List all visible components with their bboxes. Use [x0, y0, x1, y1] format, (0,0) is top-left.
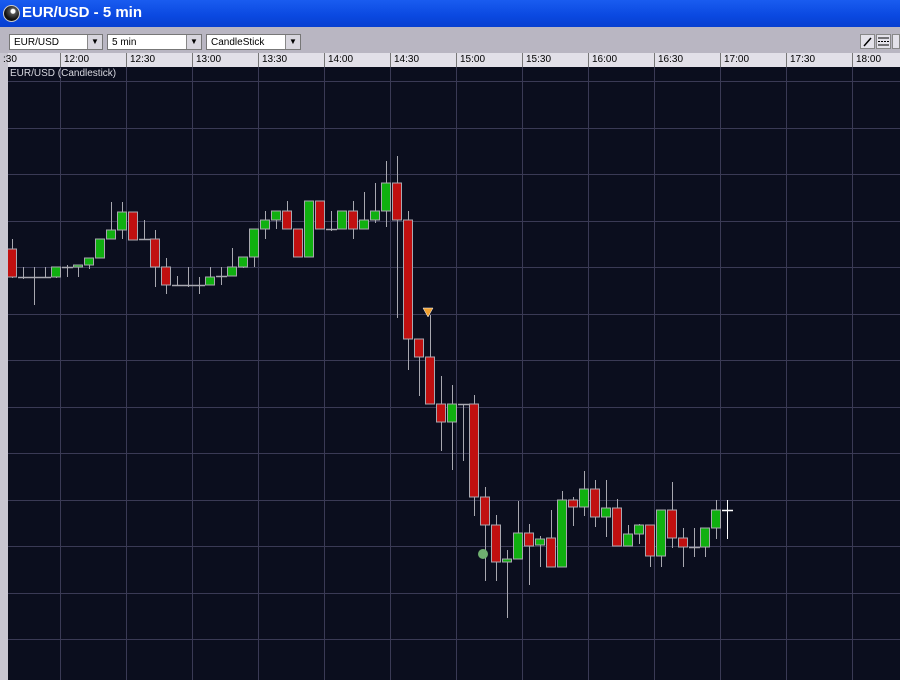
time-tick-label: 14:30 [390, 53, 419, 67]
candle-up [205, 276, 215, 286]
candle-down [568, 499, 578, 508]
candle-down [282, 210, 292, 230]
time-tick-label: :30 [3, 54, 17, 65]
candle-down [128, 211, 138, 241]
candle-up [601, 507, 611, 518]
candle-up [656, 509, 666, 557]
candle-up [579, 488, 589, 508]
candle-up [73, 264, 83, 268]
candle-down [645, 524, 655, 557]
candle-down [469, 403, 479, 498]
candle-down [348, 210, 358, 230]
left-scroll-strip [0, 53, 8, 680]
candle-up [634, 524, 644, 535]
time-tick-label: 13:30 [258, 53, 287, 67]
candle-down [425, 356, 435, 405]
candle-up [700, 527, 710, 548]
candle-up [623, 533, 633, 547]
candle-up [304, 200, 314, 258]
candle-up [370, 210, 380, 221]
time-tick-label: 12:30 [126, 53, 155, 67]
chevron-down-icon[interactable]: ▼ [87, 35, 102, 49]
candle-down [491, 524, 501, 563]
chart-type-select[interactable]: CandleStick ▼ [206, 34, 301, 50]
properties-button[interactable] [876, 34, 891, 49]
candle-down [150, 238, 160, 268]
app-logo-icon [3, 5, 20, 22]
lines-tool-icon [878, 37, 889, 46]
candle-up [535, 538, 545, 546]
time-tick-label: 17:00 [720, 53, 749, 67]
candle-up [381, 182, 391, 212]
candle-down [590, 488, 600, 518]
time-tick-label: 12:00 [60, 53, 89, 67]
candle-up [117, 211, 127, 231]
candle-down [8, 248, 17, 278]
symbol-value: EUR/USD [14, 37, 60, 48]
chevron-down-icon[interactable]: ▼ [285, 35, 300, 49]
toolbar: EUR/USD ▼ 5 min ▼ CandleStick ▼ [0, 27, 900, 53]
candle-down [161, 266, 171, 286]
candle-down [667, 509, 677, 539]
candle-down [480, 496, 490, 526]
candle-up [711, 509, 721, 529]
candle-down [546, 537, 556, 568]
chevron-down-icon[interactable]: ▼ [186, 35, 201, 49]
candle-up [260, 219, 270, 230]
candle-up [84, 257, 94, 266]
chart-type-value: CandleStick [211, 37, 265, 48]
symbol-select[interactable]: EUR/USD ▼ [9, 34, 103, 50]
candle-down [436, 403, 446, 423]
candle-up [271, 210, 281, 221]
time-tick-label: 15:00 [456, 53, 485, 67]
candle-up [557, 499, 567, 568]
line-tool-icon [863, 37, 872, 47]
candle-up [513, 532, 523, 560]
candle-up [249, 228, 259, 258]
candle-up [502, 558, 512, 563]
candle-up [95, 238, 105, 259]
candle-up [238, 256, 248, 268]
time-tick-label: 15:30 [522, 53, 551, 67]
time-axis: :30 12:00 12:30 13:00 13:30 14:00 14:30 15:00 15… [3, 53, 900, 68]
candle-up [227, 266, 237, 277]
time-tick-label: 17:30 [786, 53, 815, 67]
time-tick-label: 16:00 [588, 53, 617, 67]
interval-select[interactable]: 5 min ▼ [107, 34, 202, 50]
window-title: EUR/USD - 5 min [22, 4, 143, 21]
candle-down [315, 200, 325, 230]
time-tick-label: 14:00 [324, 53, 353, 67]
candle-down [293, 228, 303, 258]
time-tick-label: 16:30 [654, 53, 683, 67]
candle-down [392, 182, 402, 221]
candle-down [612, 507, 622, 547]
chart-area[interactable] [8, 67, 900, 680]
candle-down [678, 537, 688, 548]
candle-up [337, 210, 347, 230]
candlestick-chart [8, 67, 900, 680]
candle-down [403, 219, 413, 340]
buy-dot-icon [478, 549, 488, 559]
candle-down [414, 338, 424, 358]
candle-up [106, 229, 116, 240]
candle-up [51, 266, 61, 278]
sell-arrow-icon [422, 307, 434, 318]
close-tool-button[interactable] [892, 34, 900, 49]
candle-down [524, 532, 534, 547]
chart-label: EUR/USD (Candlestick) [10, 68, 117, 79]
candle-up [359, 219, 369, 230]
candle-up [447, 403, 457, 423]
interval-value: 5 min [112, 37, 137, 48]
time-tick-label: 13:00 [192, 53, 221, 67]
draw-line-button[interactable] [860, 34, 875, 49]
time-tick-label: 18:00 [852, 53, 881, 67]
title-bar: EUR/USD - 5 min [0, 0, 900, 27]
